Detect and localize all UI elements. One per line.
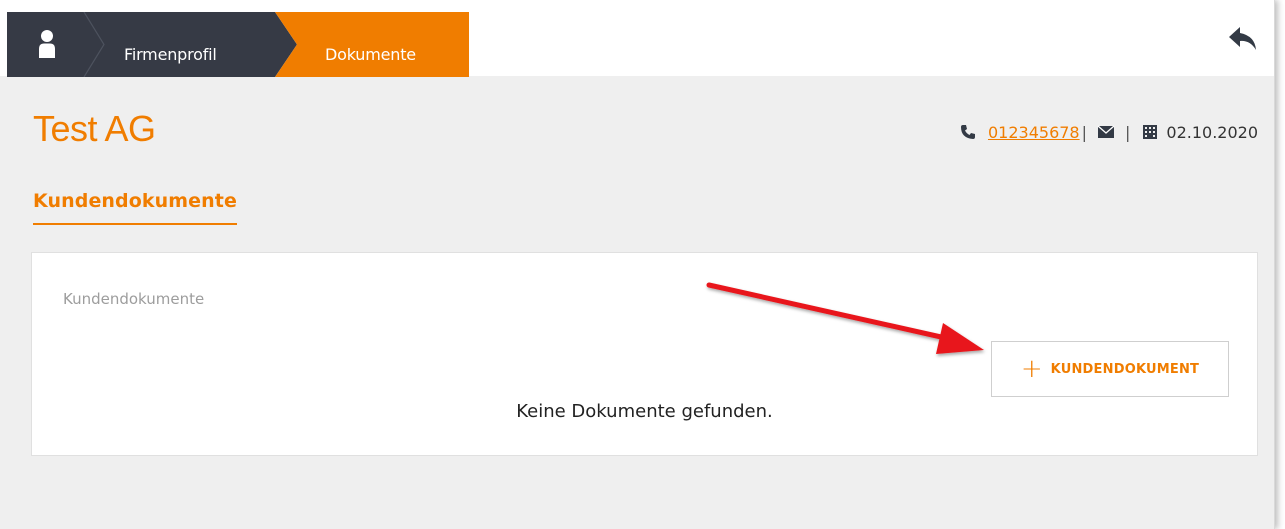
- phone-link[interactable]: 012345678: [988, 123, 1080, 142]
- founded-date: 02.10.2020: [1166, 122, 1258, 142]
- top-bar: Firmenprofil Dokumente: [0, 0, 1274, 77]
- tab-kundendokumente[interactable]: Kundendokumente: [33, 190, 237, 225]
- building-icon: [1143, 125, 1158, 139]
- app-window: Firmenprofil Dokumente Test AG 012345678…: [0, 0, 1275, 529]
- company-name: Test AG: [33, 108, 156, 149]
- breadcrumb-item-dokumente[interactable]: Dokumente: [275, 12, 469, 77]
- breadcrumb-separator: [83, 12, 105, 77]
- phone-icon: [960, 125, 975, 139]
- documents-card: Kundendokumente + KUNDENDOKUMENT Keine D…: [31, 252, 1258, 456]
- breadcrumb-label-dokumente: Dokumente: [325, 45, 416, 64]
- card-title: Kundendokumente: [63, 290, 205, 308]
- separator: |: [1125, 122, 1131, 142]
- envelope-icon[interactable]: [1097, 125, 1115, 139]
- add-kundendokument-button[interactable]: + KUNDENDOKUMENT: [991, 341, 1229, 397]
- contact-info: 012345678 | | 02.10.2020: [960, 120, 1258, 144]
- empty-message: Keine Dokumente gefunden.: [516, 401, 773, 422]
- add-button-label: KUNDENDOKUMENT: [1050, 361, 1200, 377]
- annotation-arrow: [706, 282, 984, 354]
- user-icon: [39, 30, 55, 58]
- plus-icon: +: [1020, 354, 1043, 384]
- breadcrumb-label-firmenprofil: Firmenprofil: [124, 45, 217, 64]
- reply-icon[interactable]: [1228, 26, 1258, 52]
- breadcrumb-item-firmenprofil[interactable]: Firmenprofil: [82, 12, 297, 77]
- separator: |: [1081, 122, 1087, 142]
